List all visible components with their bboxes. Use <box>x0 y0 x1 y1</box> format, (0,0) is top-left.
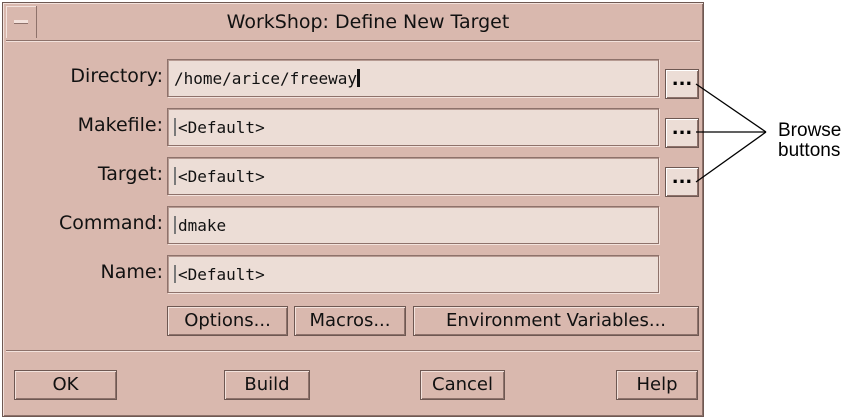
callout-label-line1: Browse <box>778 120 842 141</box>
callout-line-directory <box>695 83 767 133</box>
callout-label-line2: buttons <box>778 140 841 161</box>
callout-line-target <box>695 131 767 183</box>
callout-lines <box>695 83 767 183</box>
